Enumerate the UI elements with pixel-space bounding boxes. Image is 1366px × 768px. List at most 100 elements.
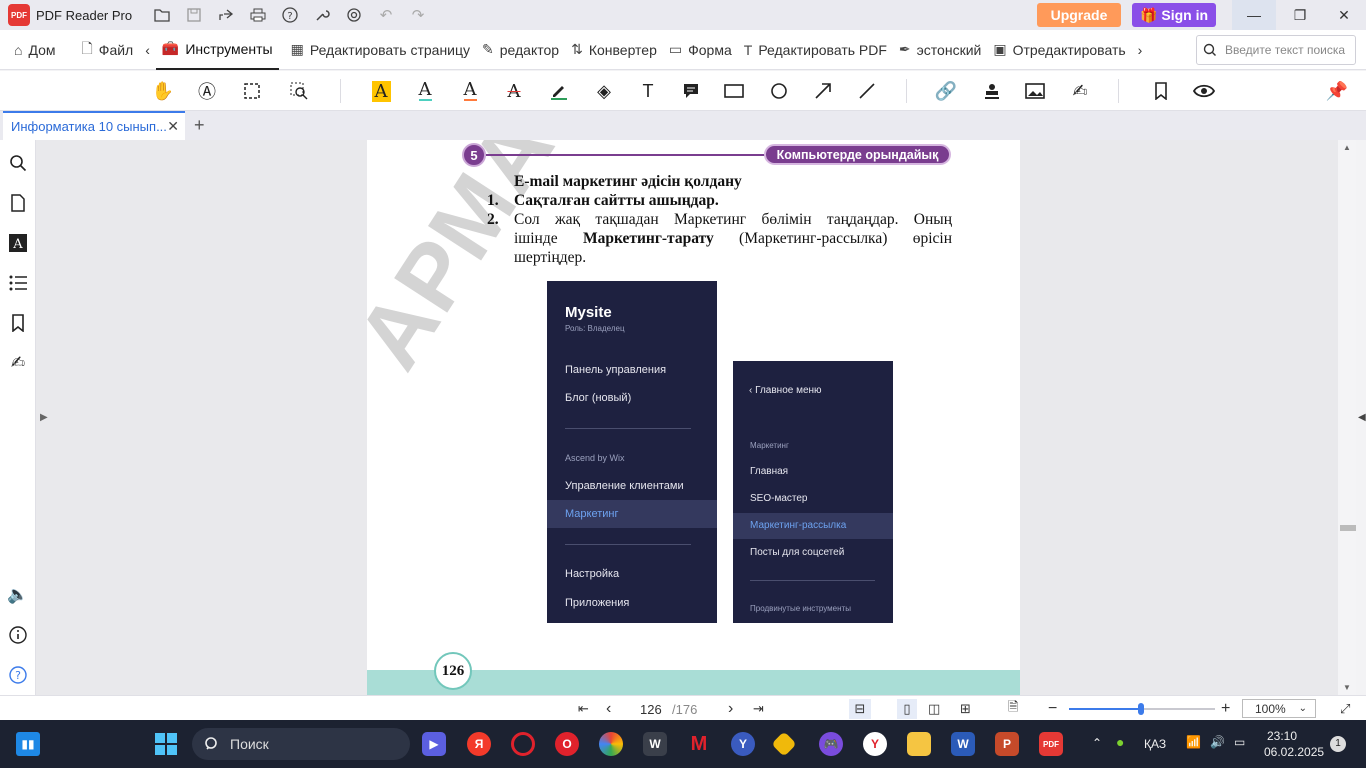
prev-page-icon[interactable]: ‹	[606, 699, 611, 719]
menu-home[interactable]: ⌂ Дом	[8, 30, 62, 70]
opera-gx-icon[interactable]: O	[555, 732, 579, 756]
text-box-icon[interactable]: T	[636, 79, 660, 103]
highlight-icon[interactable]: A	[369, 79, 393, 103]
scroll-down-icon[interactable]: ▼	[1343, 683, 1351, 692]
menu-converter[interactable]: ⇅ Конвертер	[565, 30, 663, 70]
chrome-icon[interactable]	[599, 732, 623, 756]
help-circle-icon[interactable]: ?	[8, 665, 28, 685]
upgrade-button[interactable]: Upgrade	[1037, 3, 1121, 27]
squiggly-icon[interactable]: A	[458, 79, 482, 103]
single-page-icon[interactable]: ▯	[897, 699, 917, 719]
pen-icon[interactable]	[547, 79, 571, 103]
page-input[interactable]: 126	[640, 699, 662, 719]
minimize-button[interactable]: —	[1232, 0, 1276, 30]
clock-date[interactable]: 06.02.2025	[1264, 745, 1324, 759]
strikethrough-icon[interactable]: A	[502, 79, 526, 103]
maximize-button[interactable]: ❐	[1278, 0, 1322, 30]
expand-left-panel-icon[interactable]: ▶	[40, 412, 48, 423]
game-app-icon[interactable]: 🎮	[819, 732, 843, 756]
scrollbar-thumb[interactable]	[1340, 525, 1356, 531]
export-page-icon[interactable]: 🗎	[1008, 699, 1018, 719]
zoom-in-icon[interactable]: +	[1221, 699, 1230, 719]
menu-tools[interactable]: 🧰 Инструменты	[155, 30, 279, 70]
taskbar-search[interactable]: Поиск	[192, 728, 410, 760]
line-icon[interactable]	[855, 79, 879, 103]
binance-icon[interactable]	[771, 731, 797, 757]
menu-sign[interactable]: ✒ эстонский	[893, 30, 987, 70]
tray-app-icon[interactable]: ●	[1116, 734, 1124, 750]
area-select-icon[interactable]	[240, 79, 264, 103]
widgets-icon[interactable]: ▮▮	[16, 732, 40, 756]
pin-icon[interactable]: 📌	[1325, 79, 1349, 103]
rectangle-icon[interactable]	[722, 79, 746, 103]
redo-icon[interactable]: ↷	[402, 0, 434, 30]
file-explorer-icon[interactable]	[907, 732, 931, 756]
signatures-panel-icon[interactable]: ✍	[8, 353, 28, 373]
outline-icon[interactable]	[8, 273, 28, 293]
menu-file[interactable]: 🗋 Файл	[76, 30, 140, 70]
pdf-reader-taskbar-icon[interactable]: PDF	[1039, 732, 1063, 756]
y-app-icon[interactable]: Y	[731, 732, 755, 756]
annotations-icon[interactable]: A	[8, 233, 28, 253]
circle-icon[interactable]	[767, 79, 791, 103]
speaker-icon[interactable]: 🔈	[7, 585, 28, 605]
help-icon[interactable]: ?	[274, 0, 306, 30]
stamp-icon[interactable]	[980, 79, 1004, 103]
hand-tool-icon[interactable]: ✋	[151, 79, 175, 103]
close-window-button[interactable]: ✕	[1322, 0, 1366, 30]
menu-edit-page[interactable]: ▦ Редактировать страницу	[285, 30, 476, 70]
bookmarks-panel-icon[interactable]	[8, 313, 28, 333]
opera-icon[interactable]	[511, 732, 535, 756]
menu-form[interactable]: ▭ Форма	[663, 30, 738, 70]
menu-edit-pdf[interactable]: T Редактировать PDF	[738, 30, 893, 70]
image-icon[interactable]	[1023, 79, 1047, 103]
open-folder-icon[interactable]	[146, 0, 178, 30]
word-icon[interactable]: W	[951, 732, 975, 756]
two-page-icon[interactable]: ◫	[928, 699, 940, 719]
fit-width-icon[interactable]: ⊟	[849, 699, 871, 719]
menu-scroll-left[interactable]: ‹	[139, 30, 156, 70]
search-panel-icon[interactable]	[8, 153, 28, 173]
menu-editor[interactable]: ✎ редактор	[476, 30, 565, 70]
arrow-icon[interactable]	[811, 79, 835, 103]
zoom-slider-knob[interactable]	[1138, 703, 1144, 715]
note-icon[interactable]	[679, 79, 703, 103]
yandex-icon[interactable]: Y	[863, 732, 887, 756]
clock-time[interactable]: 23:10	[1267, 729, 1297, 743]
sign-in-button[interactable]: 🎁 Sign in	[1132, 3, 1216, 27]
bookmark-icon[interactable]	[1149, 79, 1173, 103]
settings-icon[interactable]	[338, 0, 370, 30]
start-button-icon[interactable]	[154, 732, 178, 756]
menu-scroll-right[interactable]: ›	[1132, 30, 1149, 70]
thumbnails-icon[interactable]	[8, 193, 28, 213]
world-of-tanks-icon[interactable]: W	[643, 732, 667, 756]
next-page-icon[interactable]: ›	[728, 699, 733, 719]
eraser-icon[interactable]: ◈	[592, 79, 616, 103]
document-tab[interactable]: Информатика 10 сынып... ✕	[3, 111, 185, 140]
yandex-browser-icon[interactable]: Я	[467, 732, 491, 756]
scroll-up-icon[interactable]: ▲	[1343, 143, 1351, 152]
wrench-icon[interactable]	[306, 0, 338, 30]
expand-right-panel-icon[interactable]: ◀	[1358, 412, 1366, 423]
link-icon[interactable]: 🔗	[934, 79, 958, 103]
zoom-select[interactable]: 100% ⌄	[1242, 699, 1316, 718]
powerpoint-icon[interactable]: P	[995, 732, 1019, 756]
undo-icon[interactable]: ↶	[370, 0, 402, 30]
wifi-icon[interactable]: 📶	[1186, 735, 1201, 749]
menu-redact[interactable]: ▣ Отредактировать	[987, 30, 1131, 70]
battery-icon[interactable]: ▭	[1234, 735, 1245, 749]
m-app-icon[interactable]: M	[687, 732, 711, 756]
print-icon[interactable]	[242, 0, 274, 30]
first-page-icon[interactable]: ⇤	[578, 699, 589, 719]
last-page-icon[interactable]: ⇥	[753, 699, 764, 719]
fullscreen-icon[interactable]: ⤢	[1340, 699, 1350, 719]
eye-icon[interactable]	[1192, 79, 1216, 103]
input-language[interactable]: ҚАЗ	[1144, 737, 1166, 751]
tray-expand-icon[interactable]: ⌃	[1092, 736, 1102, 750]
close-tab-icon[interactable]: ✕	[167, 118, 179, 135]
save-icon[interactable]	[178, 0, 210, 30]
select-text-icon[interactable]: Ⓐ	[195, 79, 219, 103]
volume-icon[interactable]: 🔊	[1210, 735, 1225, 749]
share-icon[interactable]	[210, 0, 242, 30]
vertical-scrollbar[interactable]	[1338, 140, 1356, 695]
